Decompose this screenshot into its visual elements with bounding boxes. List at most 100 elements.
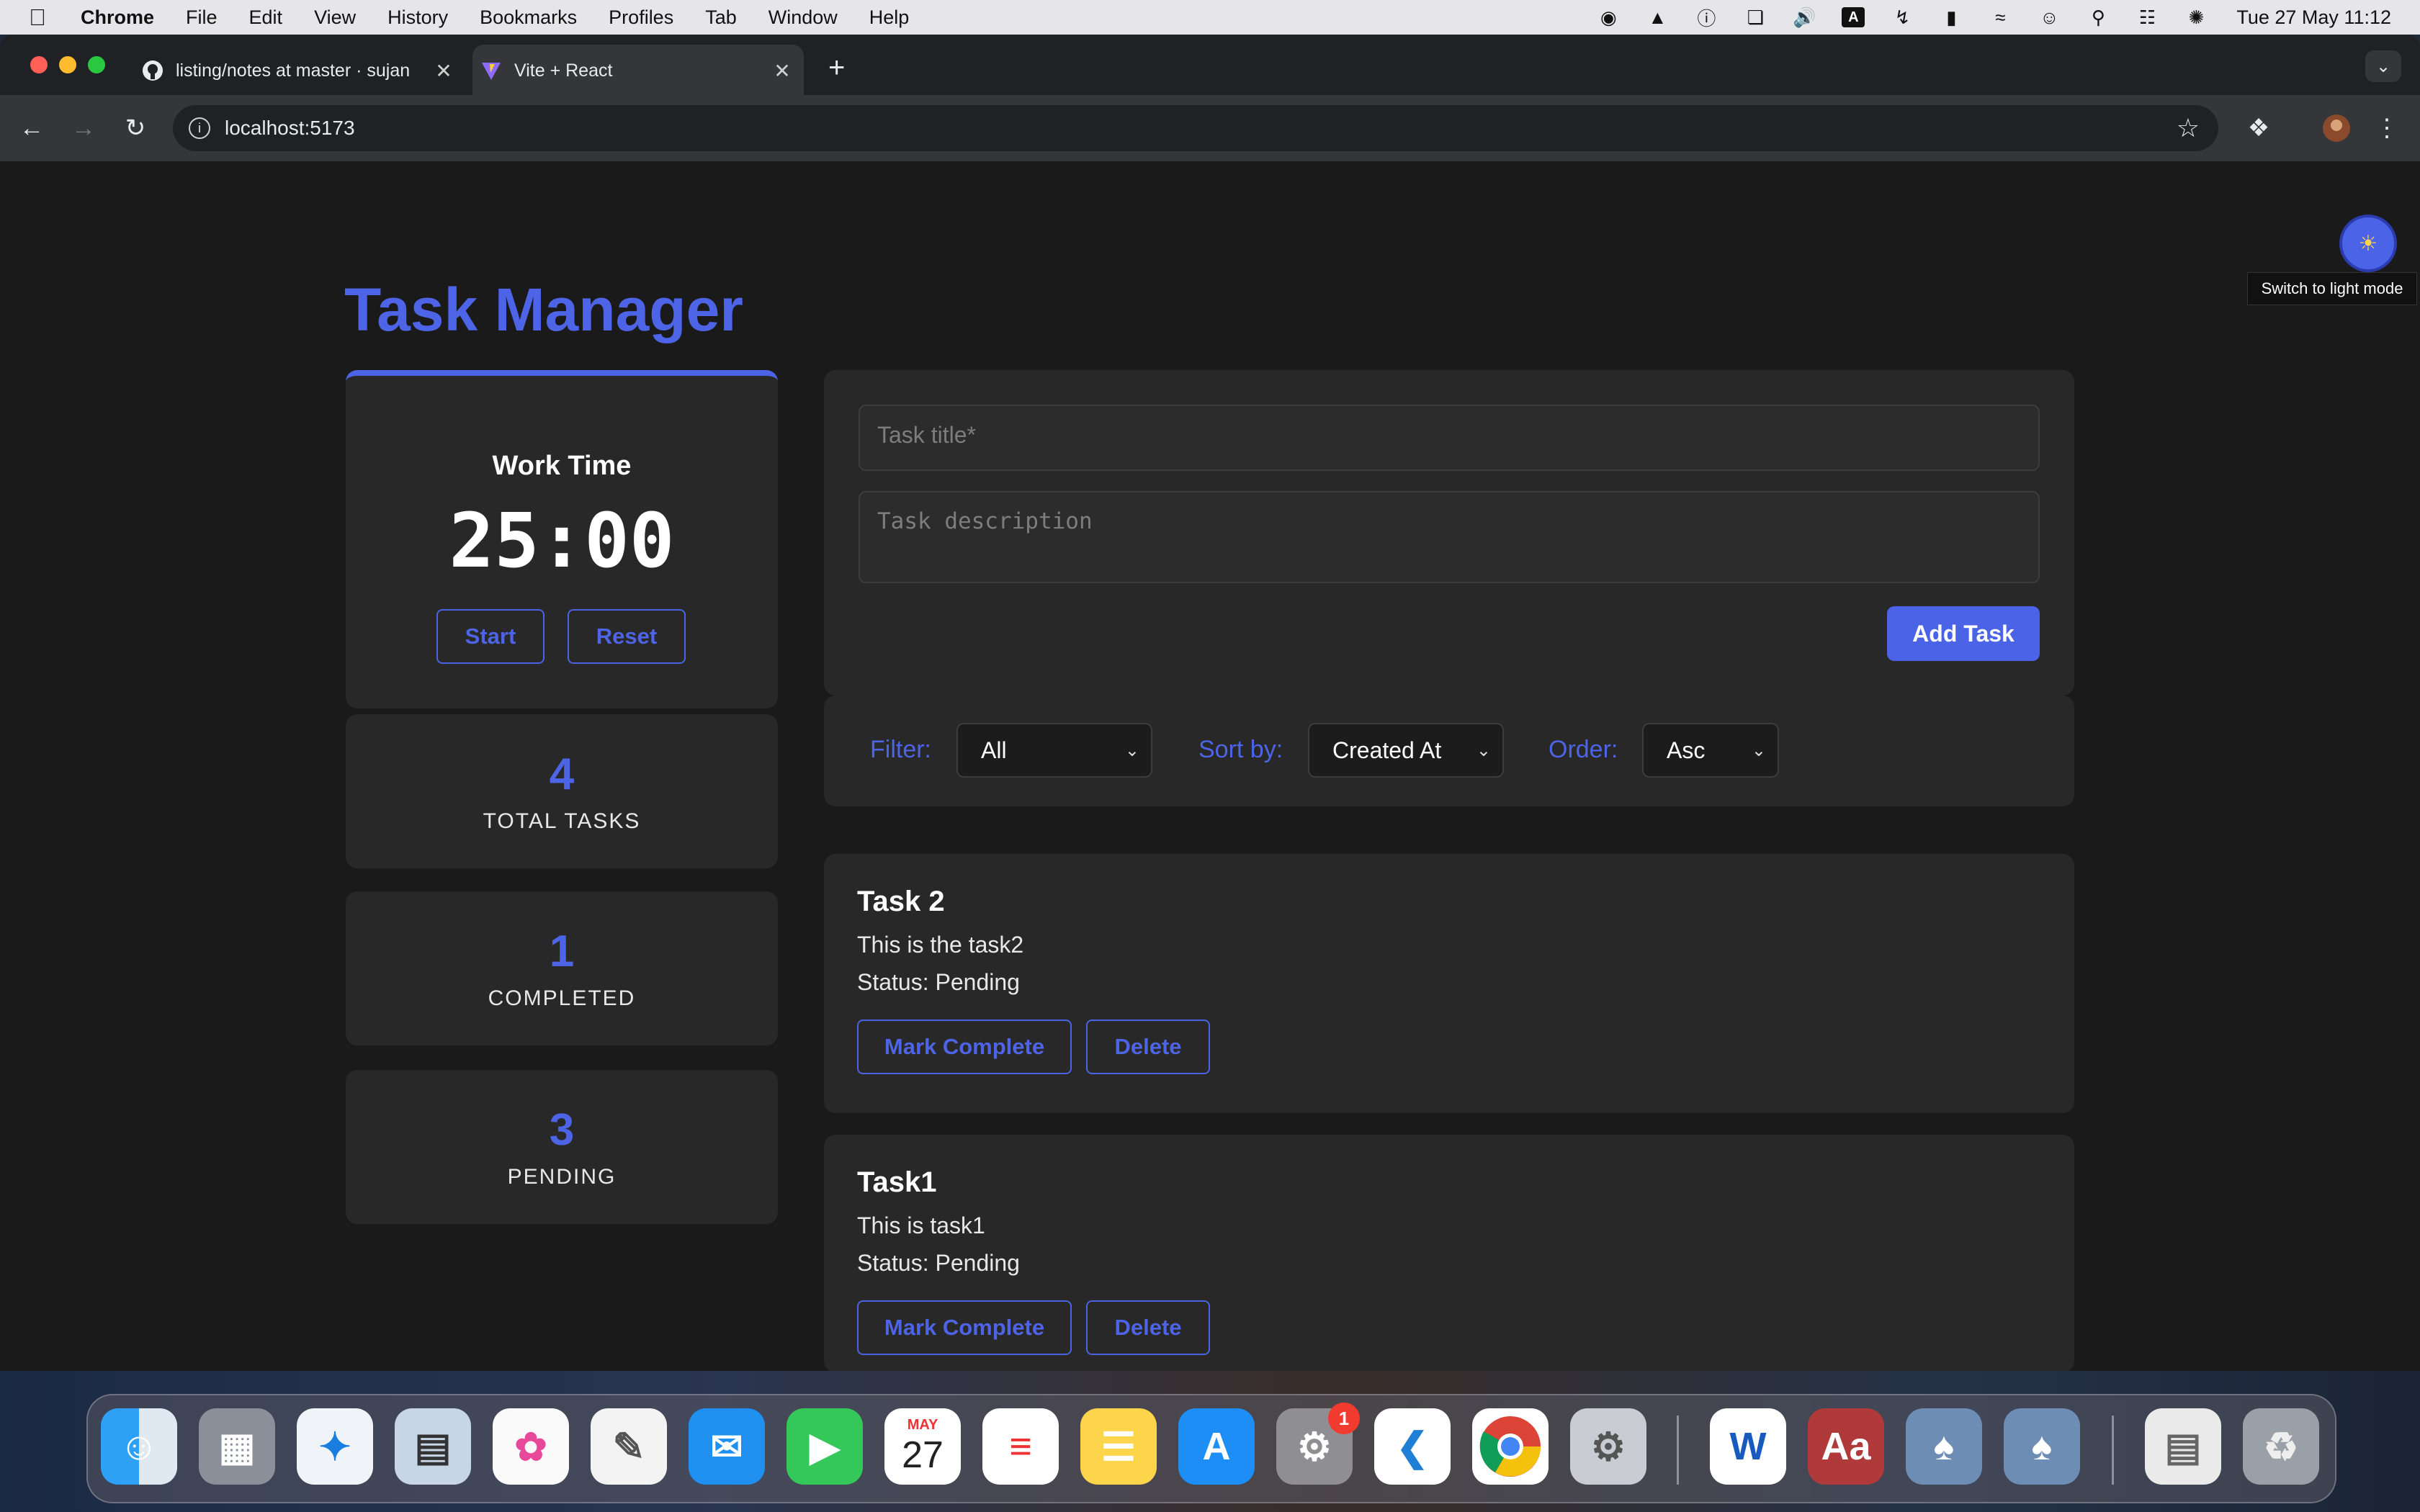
- order-value: Asc: [1667, 737, 1706, 763]
- calendar-icon[interactable]: MAY 27: [884, 1408, 961, 1485]
- wifi-icon[interactable]: ≈: [1989, 6, 2012, 28]
- window-icon[interactable]: ❏: [1744, 6, 1767, 28]
- battery-icon[interactable]: ▮: [1940, 6, 1963, 28]
- apple-icon[interactable]: : [29, 4, 58, 31]
- system-settings-icon[interactable]: ⚙ 1: [1276, 1403, 1360, 1485]
- more-menu-icon[interactable]: ⋮: [2370, 111, 2404, 145]
- launchpad-icon[interactable]: ▦: [199, 1408, 275, 1485]
- reset-button[interactable]: Reset: [568, 609, 686, 664]
- maximize-window-button[interactable]: [88, 56, 105, 73]
- minimize-window-button[interactable]: [59, 56, 76, 73]
- word-icon[interactable]: W: [1710, 1408, 1786, 1485]
- forward-arrow-icon[interactable]: →: [66, 111, 101, 145]
- task-description: This is the task2: [857, 932, 1024, 958]
- task-title-input[interactable]: Task title*: [859, 405, 2040, 471]
- tab-search-chevron-icon[interactable]: ⌄: [2365, 50, 2401, 82]
- spotlight-search-icon[interactable]: ⚲: [2087, 6, 2110, 28]
- timer-display: 25:00: [449, 497, 675, 585]
- document-icon[interactable]: ▤: [2145, 1408, 2221, 1485]
- sort-value: Created At: [1332, 737, 1442, 763]
- settings-gear-icon[interactable]: ⚙: [1570, 1408, 1646, 1485]
- address-bar[interactable]: i localhost:5173 ☆: [173, 105, 2218, 151]
- tab-label: listing/notes at master · sujan: [176, 60, 411, 81]
- close-window-button[interactable]: [30, 56, 48, 73]
- page-title: Task Manager: [344, 276, 743, 343]
- record-icon[interactable]: ◉: [1597, 6, 1620, 28]
- trash-icon[interactable]: ♻: [2243, 1408, 2319, 1485]
- facetime-icon[interactable]: ▶: [786, 1408, 863, 1485]
- menu-app-name[interactable]: Chrome: [81, 6, 154, 29]
- profile-avatar[interactable]: [2319, 111, 2354, 145]
- chrome-icon[interactable]: [1472, 1408, 1549, 1485]
- site-info-icon[interactable]: i: [189, 117, 210, 139]
- notes-icon[interactable]: ☰: [1080, 1408, 1157, 1485]
- photos-icon[interactable]: ✿: [493, 1408, 569, 1485]
- task-title: Task1: [857, 1166, 937, 1198]
- tab-vite-react[interactable]: Vite + React ✕: [472, 45, 804, 96]
- safari-icon[interactable]: ✦: [297, 1408, 373, 1485]
- app-store-icon[interactable]: A: [1178, 1408, 1255, 1485]
- menubar-clock[interactable]: Tue 27 May 11:12: [2236, 6, 2391, 29]
- bookmark-star-icon[interactable]: ☆: [2177, 113, 2200, 143]
- tab-github[interactable]: listing/notes at master · sujan ✕: [134, 45, 465, 96]
- sun-icon: ☀: [2358, 231, 2378, 256]
- postgres-icon-2[interactable]: ♠: [2004, 1408, 2080, 1485]
- dictionary-icon[interactable]: Aa: [1808, 1408, 1884, 1485]
- filter-select[interactable]: All ⌄: [956, 723, 1152, 778]
- calendar-month: MAY: [907, 1416, 938, 1433]
- theme-toggle-button[interactable]: ☀: [2339, 215, 2397, 272]
- textedit-icon[interactable]: ✎: [591, 1408, 667, 1485]
- mark-complete-button[interactable]: Mark Complete: [857, 1020, 1072, 1074]
- add-task-button[interactable]: Add Task: [1887, 606, 2040, 661]
- postgres-icon[interactable]: ♠: [1906, 1408, 1982, 1485]
- menu-bookmarks[interactable]: Bookmarks: [480, 6, 577, 29]
- menu-history[interactable]: History: [387, 6, 448, 29]
- url-text[interactable]: localhost:5173: [225, 117, 355, 140]
- reminders-icon[interactable]: ≡: [982, 1408, 1059, 1485]
- mark-complete-button[interactable]: Mark Complete: [857, 1300, 1072, 1355]
- input-source-icon[interactable]: A: [1842, 7, 1865, 27]
- chevron-down-icon: ⌄: [1751, 740, 1766, 760]
- mail-icon[interactable]: ✉: [689, 1408, 765, 1485]
- chevron-down-icon: ⌄: [1476, 740, 1491, 760]
- menu-tab[interactable]: Tab: [705, 6, 737, 29]
- tab-strip: listing/notes at master · sujan ✕ Vite +…: [0, 35, 2420, 96]
- order-select[interactable]: Asc ⌄: [1642, 723, 1779, 778]
- back-arrow-icon[interactable]: ←: [14, 111, 49, 145]
- macos-dock: ☺ ▦ ✦ ▤ ✿ ✎ ✉ ▶ MAY 27 ≡ ☰ A ⚙ 1 ❮ ⚙ W A…: [86, 1394, 2336, 1503]
- filter-value: All: [981, 737, 1007, 763]
- finder-icon[interactable]: ☺: [101, 1408, 177, 1485]
- menu-help[interactable]: Help: [869, 6, 910, 29]
- task-description-textarea[interactable]: Task description: [859, 491, 2040, 583]
- menu-window[interactable]: Window: [768, 6, 838, 29]
- preview-icon[interactable]: ▤: [395, 1408, 471, 1485]
- control-center-icon[interactable]: ☷: [2136, 6, 2159, 28]
- siri-icon[interactable]: ✺: [2184, 6, 2208, 28]
- volume-icon[interactable]: 🔊: [1793, 6, 1816, 28]
- delete-button[interactable]: Delete: [1086, 1020, 1210, 1074]
- github-icon: [141, 59, 164, 82]
- stat-completed: 1 COMPLETED: [346, 891, 778, 1045]
- macos-menubar:  Chrome File Edit View History Bookmark…: [0, 0, 2420, 35]
- stat-pending: 3 PENDING: [346, 1070, 778, 1224]
- elephant-icon[interactable]: ▲: [1646, 6, 1669, 28]
- bluetooth-icon[interactable]: ↯: [1891, 6, 1914, 28]
- new-tab-icon[interactable]: +: [828, 52, 845, 84]
- close-tab-icon[interactable]: ✕: [769, 59, 795, 83]
- vscode-icon[interactable]: ❮: [1374, 1408, 1451, 1485]
- reload-icon[interactable]: ↻: [118, 111, 153, 145]
- user-icon[interactable]: ☺: [2038, 6, 2061, 28]
- start-button[interactable]: Start: [436, 609, 544, 664]
- menu-edit[interactable]: Edit: [249, 6, 283, 29]
- menu-file[interactable]: File: [186, 6, 218, 29]
- pomodoro-timer-card: Work Time 25:00 Start Reset: [346, 370, 778, 708]
- task-card: Task1 This is task1 Status: Pending Mark…: [824, 1135, 2074, 1371]
- extensions-icon[interactable]: ❖: [2241, 111, 2276, 145]
- close-tab-icon[interactable]: ✕: [431, 59, 457, 83]
- delete-button[interactable]: Delete: [1086, 1300, 1210, 1355]
- info-circle-icon[interactable]: ⓘ: [1695, 7, 1718, 30]
- dock-separator: [1677, 1416, 1679, 1485]
- sort-select[interactable]: Created At ⌄: [1308, 723, 1504, 778]
- menu-view[interactable]: View: [314, 6, 356, 29]
- menu-profiles[interactable]: Profiles: [609, 6, 673, 29]
